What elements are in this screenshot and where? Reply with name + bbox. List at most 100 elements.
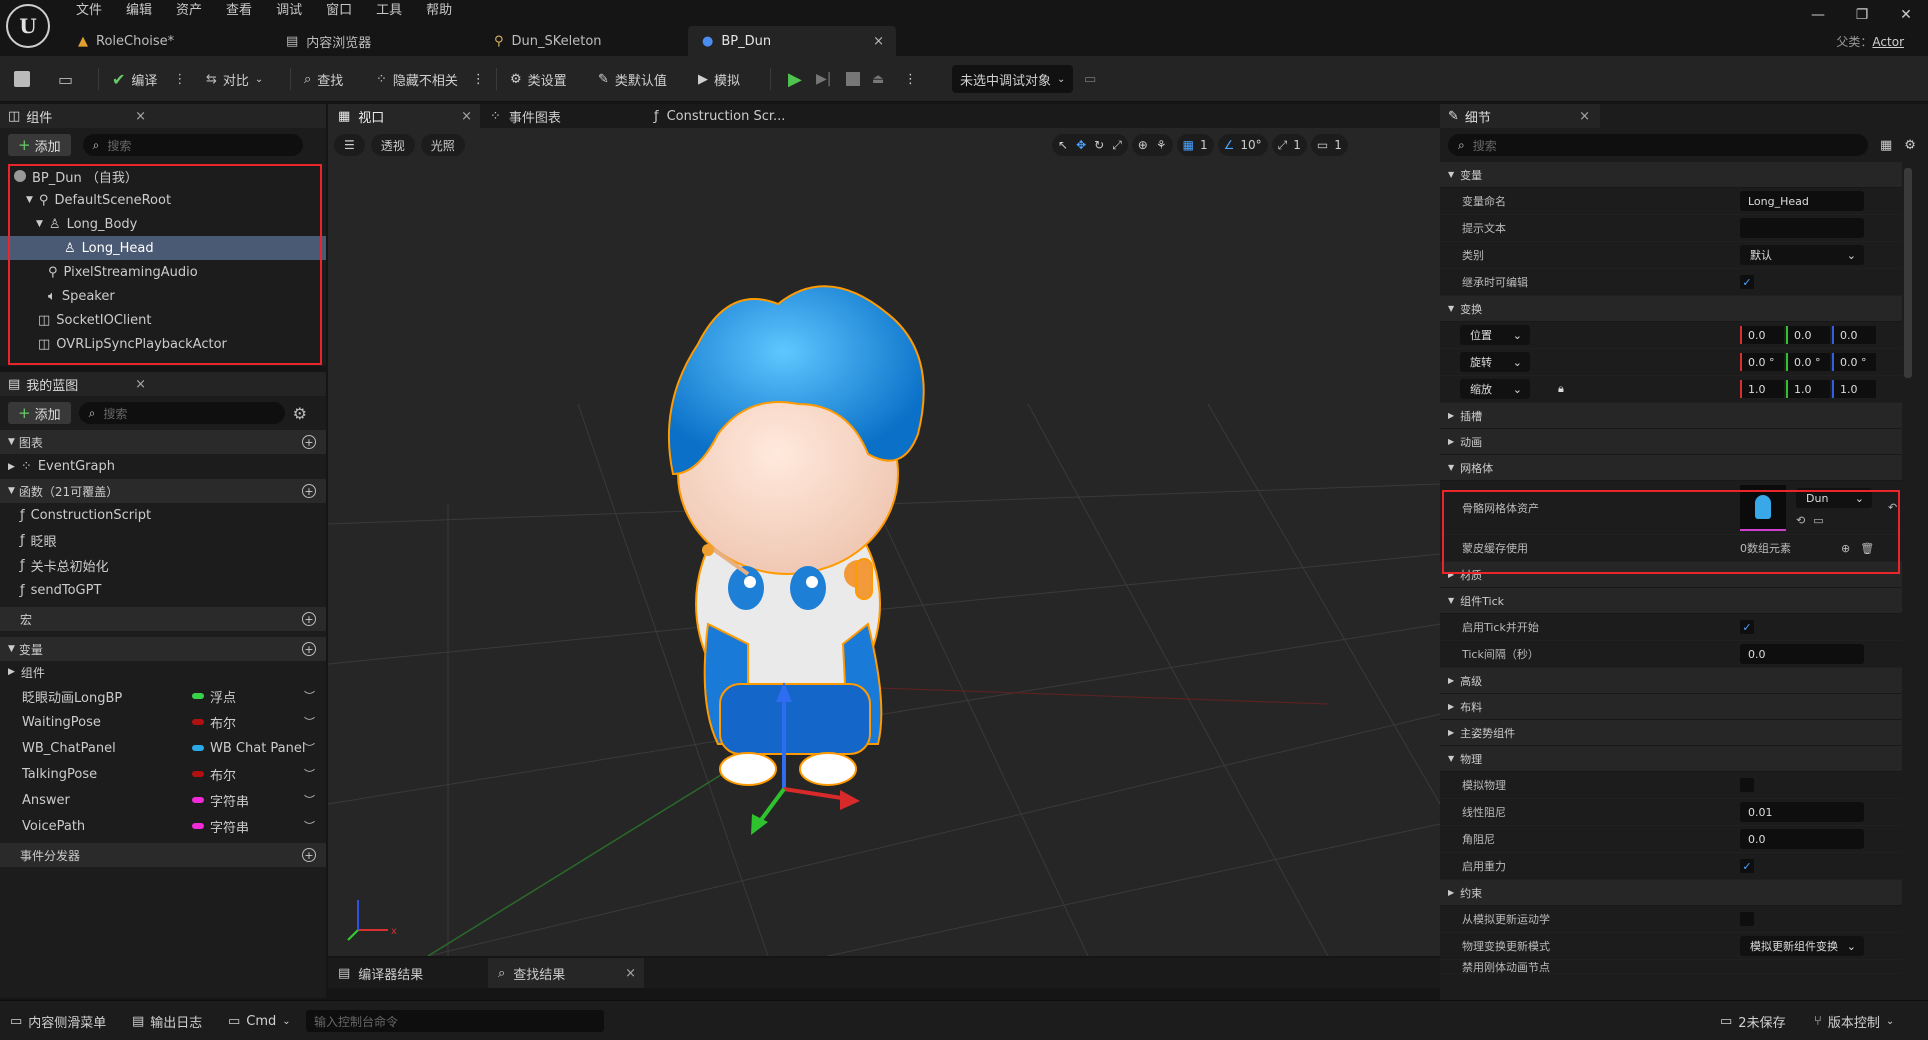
menu-window[interactable]: 窗口: [314, 0, 364, 22]
source-control-button[interactable]: ⑂ 版本控制 ⌄: [1814, 1008, 1894, 1034]
skeletal-mesh-select[interactable]: Dun ⌄: [1796, 488, 1872, 508]
rotation-z-input[interactable]: 0.0 °: [1832, 353, 1876, 371]
function-item[interactable]: ƒ 眨眼: [0, 528, 326, 553]
location-mode-select[interactable]: 位置 ⌄: [1460, 325, 1530, 345]
add-dispatcher-icon[interactable]: +: [302, 848, 316, 862]
event-graph-item[interactable]: ▶ ⁘ EventGraph: [0, 454, 326, 479]
surface-snap-icon[interactable]: ⚘: [1156, 138, 1167, 152]
parent-class-link[interactable]: Actor: [1872, 35, 1904, 49]
add-graph-icon[interactable]: +: [302, 435, 316, 449]
tree-item-socketio-client[interactable]: ◫ SocketIOClient: [10, 308, 316, 332]
section-variables[interactable]: ▼ 变量 +: [0, 637, 326, 661]
section-graphs[interactable]: ▼ 图表 +: [0, 430, 326, 454]
tree-item-long-body[interactable]: ▼ ♙ Long_Body: [10, 212, 316, 236]
menu-tools[interactable]: 工具: [364, 0, 414, 22]
location-x-input[interactable]: 0.0: [1740, 326, 1784, 344]
physics-transform-select[interactable]: 模拟更新组件变换 ⌄: [1740, 936, 1864, 956]
editable-checkbox[interactable]: ✓: [1740, 275, 1754, 289]
tab-rolechoise[interactable]: ▲ RoleChoise*: [64, 26, 272, 56]
tick-interval-input[interactable]: 0.0: [1740, 644, 1864, 664]
add-function-icon[interactable]: +: [302, 484, 316, 498]
close-icon[interactable]: ×: [625, 966, 636, 981]
trash-icon[interactable]: 🗑︎: [1860, 542, 1874, 555]
menu-help[interactable]: 帮助: [414, 0, 464, 22]
update-kinematic-checkbox[interactable]: [1740, 912, 1754, 926]
section-macros[interactable]: 宏 +: [0, 607, 326, 631]
lit-button[interactable]: 光照: [420, 134, 465, 156]
camera-speed-button[interactable]: ▭ 1: [1310, 134, 1348, 156]
restore-icon[interactable]: ❐: [1840, 0, 1884, 30]
components-category[interactable]: ▶ 组件: [0, 661, 326, 683]
more-options-icon[interactable]: ⋮: [472, 72, 485, 87]
expand-arrow-icon[interactable]: ▼: [26, 195, 33, 205]
tab-content-browser[interactable]: ▤ 内容浏览器: [272, 26, 480, 56]
section-variable[interactable]: ▼ 变量: [1440, 162, 1902, 188]
details-search-input[interactable]: ⌕ 搜索: [1448, 134, 1868, 156]
menu-view[interactable]: 查看: [214, 0, 264, 22]
variable-type[interactable]: 布尔: [192, 765, 236, 784]
section-cloth[interactable]: ▶ 布料: [1440, 694, 1902, 720]
scale-mode-select[interactable]: 缩放 ⌄: [1460, 379, 1530, 399]
section-constraints[interactable]: ▶ 约束: [1440, 880, 1902, 906]
add-component-button[interactable]: + 添加: [8, 134, 71, 156]
rotation-y-input[interactable]: 0.0 °: [1786, 353, 1830, 371]
debug-filter-button[interactable]: ▭: [1084, 66, 1096, 92]
tree-item-speaker[interactable]: 🔈︎ Speaker: [10, 284, 316, 308]
variable-item[interactable]: 眨眼动画LongBP 浮点 ︶: [0, 683, 326, 709]
tab-skeleton[interactable]: ⚲ Dun_SKeleton: [480, 26, 688, 56]
unsaved-button[interactable]: ▭ 2未保存: [1720, 1008, 1786, 1034]
step-button[interactable]: ▶|: [816, 66, 831, 92]
compile-options-icon[interactable]: ⋮: [173, 72, 186, 87]
scale-x-input[interactable]: 1.0: [1740, 380, 1784, 398]
tree-item-bp-dun[interactable]: BP_Dun （自我）: [10, 164, 316, 188]
visibility-eye-icon[interactable]: ︶: [304, 818, 315, 834]
tab-event-graph[interactable]: ⁘ 事件图表: [480, 104, 644, 128]
use-selected-icon[interactable]: ⟲: [1796, 514, 1805, 527]
table-view-icon[interactable]: ▦: [1880, 138, 1892, 153]
add-macro-icon[interactable]: +: [302, 612, 316, 626]
tick-start-checkbox[interactable]: ✓: [1740, 620, 1754, 634]
section-materials[interactable]: ▶ 材质: [1440, 562, 1902, 588]
variable-type[interactable]: 字符串: [192, 791, 249, 810]
menu-debug[interactable]: 调试: [264, 0, 314, 22]
scale-z-input[interactable]: 1.0: [1832, 380, 1876, 398]
class-settings-button[interactable]: ⚙ 类设置: [510, 66, 567, 92]
function-item[interactable]: ƒ ConstructionScript: [0, 503, 326, 528]
minimize-icon[interactable]: —: [1796, 0, 1840, 30]
blueprint-search-input[interactable]: ⌕ 搜索: [78, 402, 285, 424]
rotate-icon[interactable]: ↻: [1094, 138, 1104, 152]
linear-damping-input[interactable]: 0.01: [1740, 802, 1864, 822]
tab-find-results[interactable]: ⌕ 查找结果 ×: [488, 958, 644, 988]
add-blueprint-item-button[interactable]: + 添加: [8, 402, 71, 424]
tab-compiler-results[interactable]: ▤ 编译器结果: [328, 958, 488, 988]
stop-button[interactable]: [846, 66, 860, 92]
mesh-thumbnail[interactable]: [1740, 484, 1786, 531]
debug-target-select[interactable]: 未选中调试对象 ⌄: [952, 65, 1074, 93]
tab-viewport[interactable]: ▦ 视口 ×: [328, 104, 480, 128]
class-defaults-button[interactable]: ✎ 类默认值: [598, 66, 667, 92]
location-y-input[interactable]: 0.0: [1786, 326, 1830, 344]
variable-type[interactable]: 浮点: [192, 687, 236, 706]
reset-arrow-icon[interactable]: ↶: [1888, 501, 1897, 514]
angle-snap-button[interactable]: ∠ 10°: [1217, 134, 1268, 156]
find-button[interactable]: ⌕ 查找: [304, 66, 343, 92]
section-physics[interactable]: ▼ 物理: [1440, 746, 1902, 772]
section-advanced[interactable]: ▶ 高级: [1440, 668, 1902, 694]
tree-item-pixel-streaming-audio[interactable]: ⚲ PixelStreamingAudio: [10, 260, 316, 284]
gear-icon[interactable]: ⚙: [293, 404, 307, 423]
close-icon[interactable]: ×: [873, 34, 884, 49]
browse-asset-icon[interactable]: ▭: [1813, 514, 1823, 527]
angular-damping-input[interactable]: 0.0: [1740, 829, 1864, 849]
cmd-select[interactable]: ▭ Cmd ⌄: [228, 1008, 291, 1034]
scale-y-input[interactable]: 1.0: [1786, 380, 1830, 398]
diff-button[interactable]: ⇆ 对比 ⌄: [206, 66, 263, 92]
section-component-tick[interactable]: ▼ 组件Tick: [1440, 588, 1902, 614]
tab-construction-script[interactable]: ƒ Construction Scr...: [644, 104, 795, 128]
function-item[interactable]: ƒ 关卡总初始化: [0, 553, 326, 578]
play-options-button[interactable]: ⋮: [904, 66, 917, 92]
variable-name-input[interactable]: Long_Head: [1740, 191, 1864, 211]
visibility-eye-icon[interactable]: ︶: [304, 792, 315, 808]
save-button[interactable]: [14, 66, 30, 92]
rotation-x-input[interactable]: 0.0 °: [1740, 353, 1784, 371]
select-icon[interactable]: ↖: [1058, 138, 1068, 152]
